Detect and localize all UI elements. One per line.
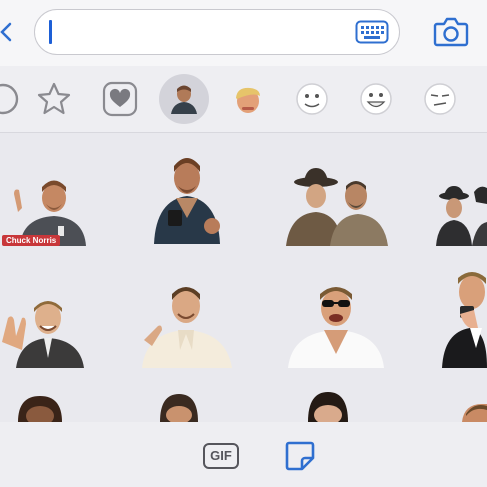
rage-face-icon[interactable] <box>415 74 465 124</box>
rage-face-icon[interactable] <box>351 74 401 124</box>
text-caret <box>49 20 52 44</box>
sticker-grid: Chuck Norris <box>0 132 487 422</box>
avatar <box>171 85 197 114</box>
camera-icon[interactable] <box>433 16 469 48</box>
keyboard-icon[interactable] <box>355 20 389 44</box>
message-input[interactable] <box>34 9 400 55</box>
sticker[interactable]: Chuck Norris <box>0 168 88 248</box>
sticker-caption: Chuck Norris <box>2 235 61 246</box>
composer-bar <box>0 0 487 66</box>
sticker[interactable] <box>136 282 236 368</box>
sticker[interactable] <box>462 402 487 422</box>
sticker[interactable] <box>284 284 386 368</box>
chevron-left-icon[interactable] <box>0 22 14 42</box>
sticker[interactable] <box>440 270 487 368</box>
sticker-icon[interactable] <box>283 439 317 473</box>
sticker[interactable] <box>150 148 224 246</box>
sticker-pack-tabs <box>0 66 487 133</box>
tab-chuck-norris-pack[interactable] <box>159 74 209 124</box>
sticker[interactable] <box>158 392 200 422</box>
avatar <box>236 87 260 113</box>
sticker-panel-footer: GIF <box>0 422 487 487</box>
rage-face-icon[interactable] <box>287 74 337 124</box>
sticker[interactable] <box>284 166 388 246</box>
star-icon[interactable] <box>29 74 79 124</box>
sticker[interactable] <box>306 390 350 422</box>
heart-icon[interactable] <box>95 74 145 124</box>
clock-icon[interactable] <box>0 74 28 124</box>
gif-button[interactable]: GIF <box>203 443 239 469</box>
sticker[interactable] <box>0 296 86 368</box>
tab-trump-pack[interactable] <box>223 74 273 124</box>
sticker[interactable] <box>14 394 64 422</box>
sticker[interactable] <box>434 184 487 246</box>
